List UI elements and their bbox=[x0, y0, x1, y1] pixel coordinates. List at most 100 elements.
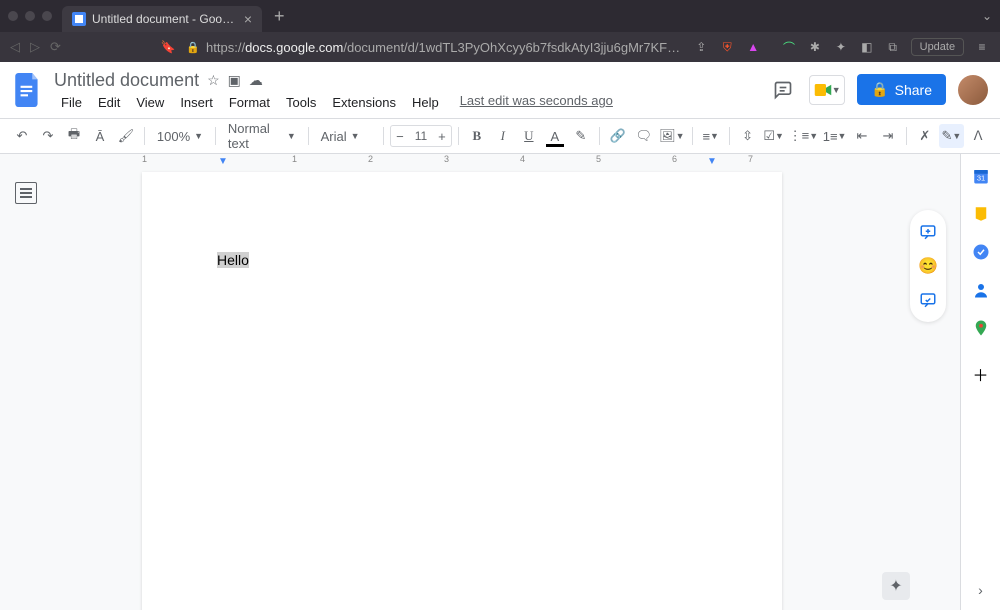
menu-file[interactable]: File bbox=[54, 93, 89, 112]
docs-logo[interactable] bbox=[12, 70, 44, 110]
menu-insert[interactable]: Insert bbox=[173, 93, 220, 112]
fontsize-control: − 11 + bbox=[390, 125, 452, 147]
editing-mode-button[interactable]: ✎▼ bbox=[939, 124, 964, 148]
zoom-select[interactable]: 100%▼ bbox=[151, 129, 209, 144]
collapse-toolbar-button[interactable]: ᐱ bbox=[966, 124, 990, 148]
url-path: /document/d/1wdTL3PyOhXcyy6b7fsdkAtyI3jj… bbox=[343, 40, 683, 55]
docs-favicon bbox=[72, 12, 86, 26]
left-indent-marker[interactable]: ▼ bbox=[218, 156, 228, 167]
maximize-window[interactable] bbox=[42, 11, 52, 21]
document-title[interactable]: Untitled document bbox=[54, 70, 199, 91]
print-button[interactable]: 🖶 bbox=[62, 124, 86, 148]
menu-icon[interactable]: ≡ bbox=[974, 39, 990, 55]
add-emoji-button[interactable]: 😊 bbox=[916, 254, 940, 278]
spellcheck-button[interactable]: Ā bbox=[88, 124, 112, 148]
redo-button[interactable]: ↷ bbox=[36, 124, 60, 148]
browser-tab[interactable]: Untitled document - Google Do × bbox=[62, 6, 262, 32]
close-tab-icon[interactable]: × bbox=[244, 11, 252, 27]
menu-tools[interactable]: Tools bbox=[279, 93, 323, 112]
tab-overflow-icon[interactable]: ⌄ bbox=[982, 9, 992, 23]
tasks-icon[interactable] bbox=[971, 242, 991, 262]
caret-down-icon: ▼ bbox=[832, 85, 841, 95]
increase-indent-button[interactable]: ⇥ bbox=[876, 124, 900, 148]
paint-format-button[interactable]: 🖌 bbox=[114, 124, 138, 148]
cloud-status-icon[interactable]: ☁ bbox=[249, 72, 263, 89]
share-url-icon[interactable]: ⇪ bbox=[693, 39, 709, 55]
bulleted-list-button[interactable]: ⋮≡▼ bbox=[788, 124, 820, 148]
text-color-button[interactable]: A bbox=[543, 124, 567, 148]
url-field[interactable]: 🔒 https://docs.google.com/document/d/1wd… bbox=[186, 40, 683, 55]
comment-history-icon[interactable] bbox=[769, 76, 797, 104]
toolbar: ↶ ↷ 🖶 Ā 🖌 100%▼ Normal text▼ Arial▼ − 11… bbox=[0, 118, 1000, 154]
insert-comment-button[interactable]: 🗨 bbox=[632, 124, 656, 148]
forward-button[interactable]: ▷ bbox=[30, 39, 40, 55]
menu-view[interactable]: View bbox=[129, 93, 171, 112]
document-content[interactable]: Hello bbox=[217, 252, 249, 268]
paragraph-style-select[interactable]: Normal text▼ bbox=[222, 121, 302, 151]
extension-icon[interactable]: ▲ bbox=[745, 39, 761, 55]
suggest-edits-button[interactable] bbox=[916, 288, 940, 312]
new-tab-button[interactable]: + bbox=[274, 6, 285, 27]
move-icon[interactable]: ▣ bbox=[228, 72, 241, 89]
reload-button[interactable]: ⟳ bbox=[50, 39, 61, 55]
underline-button[interactable]: U bbox=[517, 124, 541, 148]
decrease-fontsize-button[interactable]: − bbox=[391, 129, 409, 144]
right-indent-marker[interactable]: ▼ bbox=[707, 156, 717, 167]
fontsize-input[interactable]: 11 bbox=[409, 129, 433, 143]
insert-link-button[interactable]: 🔗 bbox=[606, 124, 630, 148]
keep-icon[interactable] bbox=[971, 204, 991, 224]
add-comment-button[interactable] bbox=[916, 220, 940, 244]
extensions-puzzle-icon[interactable]: ✦ bbox=[833, 39, 849, 55]
italic-button[interactable]: I bbox=[491, 124, 515, 148]
horizontal-ruler[interactable]: ▼ 1 1 2 3 4 5 6 ▼ 7 bbox=[142, 154, 960, 168]
collapse-panel-icon[interactable]: › bbox=[971, 580, 991, 600]
brave-shield-icon[interactable]: ⛨ bbox=[719, 39, 735, 55]
lock-icon: 🔒 bbox=[186, 41, 200, 54]
close-window[interactable] bbox=[8, 11, 18, 21]
window-controls bbox=[8, 11, 52, 21]
meet-button[interactable]: ▼ bbox=[809, 75, 845, 105]
extension-icon-3[interactable]: ✱ bbox=[807, 39, 823, 55]
line-spacing-button[interactable]: ⇳ bbox=[736, 124, 760, 148]
minimize-window[interactable] bbox=[25, 11, 35, 21]
back-button[interactable]: ◁ bbox=[10, 39, 20, 55]
undo-button[interactable]: ↶ bbox=[10, 124, 34, 148]
pip-icon[interactable]: ⧉ bbox=[885, 39, 901, 55]
bold-button[interactable]: B bbox=[465, 124, 489, 148]
menu-edit[interactable]: Edit bbox=[91, 93, 127, 112]
bookmark-icon[interactable]: 🔖 bbox=[160, 39, 176, 55]
account-avatar[interactable] bbox=[958, 75, 988, 105]
highlight-button[interactable]: ✎ bbox=[569, 124, 593, 148]
checklist-button[interactable]: ☑▼ bbox=[762, 124, 786, 148]
menu-extensions[interactable]: Extensions bbox=[325, 93, 403, 112]
share-label: Share bbox=[895, 82, 932, 98]
increase-fontsize-button[interactable]: + bbox=[433, 129, 451, 144]
align-button[interactable]: ≡▼ bbox=[699, 124, 723, 148]
star-icon[interactable]: ☆ bbox=[207, 72, 220, 89]
maps-icon[interactable] bbox=[971, 318, 991, 338]
menu-help[interactable]: Help bbox=[405, 93, 446, 112]
numbered-list-button[interactable]: 1≡▼ bbox=[821, 124, 848, 148]
lock-icon: 🔒 bbox=[871, 81, 888, 98]
clear-formatting-button[interactable]: ✗ bbox=[913, 124, 937, 148]
document-page[interactable]: Hello bbox=[142, 172, 782, 610]
add-addon-button[interactable]: ＋ bbox=[971, 364, 991, 384]
browser-tab-bar: Untitled document - Google Do × + ⌄ bbox=[0, 0, 1000, 32]
menu-format[interactable]: Format bbox=[222, 93, 277, 112]
decrease-indent-button[interactable]: ⇤ bbox=[850, 124, 874, 148]
floating-toolbar: 😊 bbox=[910, 210, 946, 322]
extension-icon-2[interactable]: ⌒ bbox=[781, 39, 797, 55]
title-row: Untitled document ☆ ▣ ☁ bbox=[54, 70, 759, 91]
insert-image-button[interactable]: 🖼▼ bbox=[658, 124, 686, 148]
contacts-icon[interactable] bbox=[971, 280, 991, 300]
doc-meta: Untitled document ☆ ▣ ☁ File Edit View I… bbox=[54, 70, 759, 112]
sidebar-toggle-icon[interactable]: ◧ bbox=[859, 39, 875, 55]
explore-button[interactable]: ✦ bbox=[882, 572, 910, 600]
font-select[interactable]: Arial▼ bbox=[315, 129, 377, 144]
last-edit-link[interactable]: Last edit was seconds ago bbox=[460, 93, 613, 112]
url-host: docs.google.com bbox=[245, 40, 343, 55]
update-button[interactable]: Update bbox=[911, 38, 964, 56]
share-button[interactable]: 🔒 Share bbox=[857, 74, 946, 105]
document-outline-button[interactable] bbox=[15, 182, 37, 204]
calendar-icon[interactable]: 31 bbox=[971, 166, 991, 186]
